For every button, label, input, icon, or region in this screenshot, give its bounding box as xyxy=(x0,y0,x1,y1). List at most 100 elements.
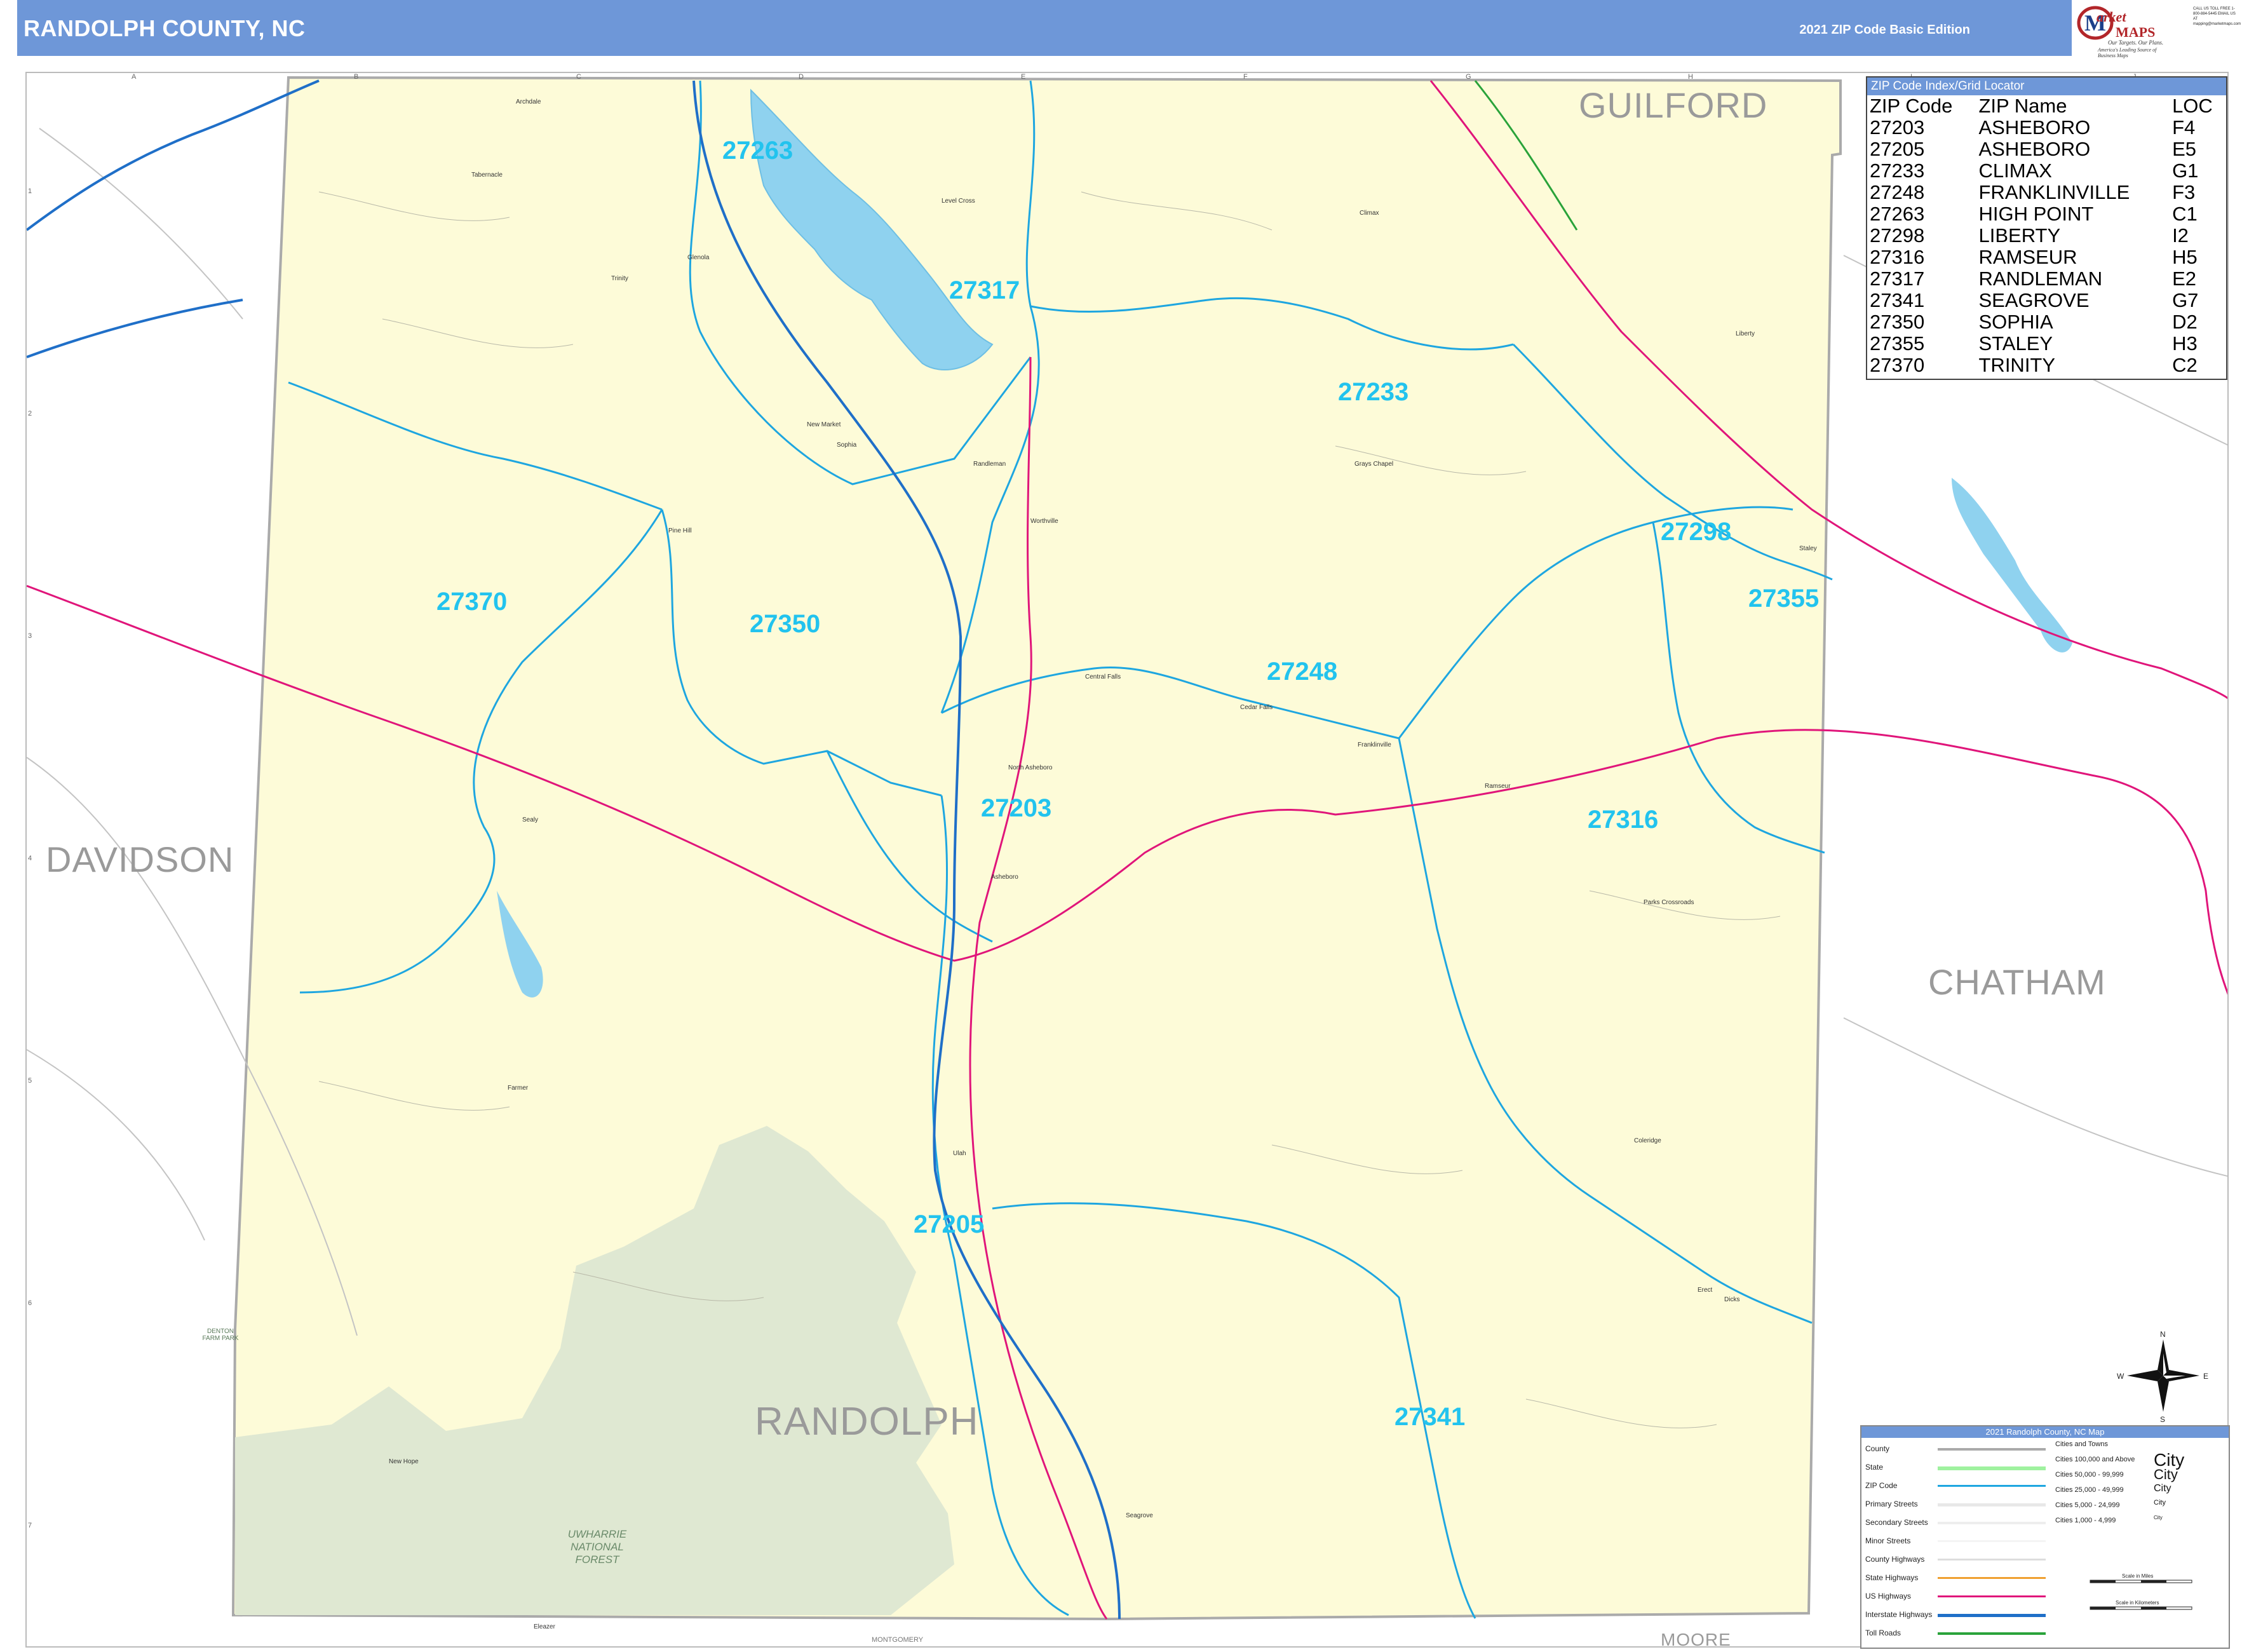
index-loc-cell: C1 xyxy=(2172,203,2198,225)
logo-tagline-2: America's Leading Source of Business Map… xyxy=(2098,47,2157,58)
index-row[interactable]: 27370 TRINITY C2 xyxy=(1867,355,2226,376)
scale-bar: Scale in Miles Scale in Kilometers xyxy=(2090,1573,2192,1610)
index-name-cell: FRANKLINVILLE xyxy=(1978,181,2130,203)
index-row[interactable]: 27341 SEAGROVE G7 xyxy=(1867,290,2226,311)
index-name-cell: SEAGROVE xyxy=(1978,289,2090,311)
legend-swatch xyxy=(1938,1522,2046,1524)
grid-row-2: 2 xyxy=(28,410,32,417)
legend-item-label: Toll Roads xyxy=(1865,1628,1901,1637)
county-label-randolph: RANDOLPH xyxy=(755,1400,979,1444)
zip-label-27350[interactable]: 27350 xyxy=(750,610,820,639)
town-label: Erect xyxy=(1698,1287,1713,1294)
index-row[interactable]: 27203 ASHEBORO F4 xyxy=(1867,117,2226,139)
index-row[interactable]: 27205 ASHEBORO E5 xyxy=(1867,139,2226,160)
town-label: New Hope xyxy=(389,1458,419,1465)
index-row[interactable]: 27233 CLIMAX G1 xyxy=(1867,160,2226,182)
compass-s: S xyxy=(2160,1415,2165,1423)
grid-col-f: F xyxy=(1243,73,1248,81)
town-label: Staley xyxy=(1799,545,1817,552)
index-row[interactable]: 27298 LIBERTY I2 xyxy=(1867,225,2226,247)
grid-col-g: G xyxy=(1466,73,1471,81)
town-label: Sealy xyxy=(522,816,539,823)
index-loc-cell: G1 xyxy=(2172,159,2199,182)
index-table: ZIP Code ZIP Name LOC 27203 ASHEBORO F4 272… xyxy=(1867,95,2226,376)
legend-city-size-label: Cities 5,000 - 24,999 xyxy=(2055,1501,2120,1509)
town-label: Archdale xyxy=(516,98,541,105)
index-name-cell: LIBERTY xyxy=(1978,224,2061,247)
zip-label-27298[interactable]: 27298 xyxy=(1661,518,1731,546)
index-row[interactable]: 27350 SOPHIA D2 xyxy=(1867,311,2226,333)
index-zip-cell: 27233 xyxy=(1870,159,1925,182)
index-name-cell: ASHEBORO xyxy=(1978,116,2091,139)
compass-e: E xyxy=(2203,1372,2208,1381)
county-label-moore: MOORE xyxy=(1661,1630,1731,1648)
index-row[interactable]: 27316 RAMSEUR H5 xyxy=(1867,247,2226,268)
zip-label-27233[interactable]: 27233 xyxy=(1338,378,1408,407)
index-loc-cell: D2 xyxy=(2172,311,2198,333)
legend-heading: 2021 Randolph County, NC Map xyxy=(1861,1426,2229,1438)
index-loc-cell: E5 xyxy=(2172,138,2196,160)
zip-label-27316[interactable]: 27316 xyxy=(1588,806,1658,834)
index-zip-cell: 27203 xyxy=(1870,116,1925,139)
grid-col-c: C xyxy=(576,73,581,81)
zip-label-27370[interactable]: 27370 xyxy=(436,588,507,616)
legend-item-label: Minor Streets xyxy=(1865,1536,1911,1545)
index-name-cell: CLIMAX xyxy=(1978,159,2052,182)
map-legend: 2021 Randolph County, NC Map County State… xyxy=(1860,1425,2230,1649)
logo-market-text: arket xyxy=(2097,9,2126,25)
legend-item-label: Secondary Streets xyxy=(1865,1518,1928,1527)
town-label: Worthville xyxy=(1030,518,1058,525)
legend-item-label: Interstate Highways xyxy=(1865,1610,1933,1619)
zip-label-27317[interactable]: 27317 xyxy=(949,276,1020,305)
legend-swatch xyxy=(1938,1485,2046,1487)
county-label-guilford: GUILFORD xyxy=(1579,85,1768,125)
town-label: Farmer xyxy=(508,1085,529,1092)
legend-city-sample: City xyxy=(2154,1466,2178,1482)
index-loc-cell: C2 xyxy=(2172,354,2198,376)
town-label: Ramseur xyxy=(1485,783,1511,790)
zip-label-27248[interactable]: 27248 xyxy=(1267,658,1337,686)
index-row[interactable]: 27248 FRANKLINVILLE F3 xyxy=(1867,182,2226,203)
town-label: Pine Hill xyxy=(668,527,692,534)
zip-label-27263[interactable]: 27263 xyxy=(722,137,793,165)
index-zip-cell: 27350 xyxy=(1870,311,1925,333)
town-label: Randleman xyxy=(973,461,1006,468)
index-zip-cell: 27355 xyxy=(1870,332,1925,355)
grid-row-4: 4 xyxy=(28,855,32,862)
zip-label-27341[interactable]: 27341 xyxy=(1394,1403,1465,1432)
index-loc-cell: H3 xyxy=(2172,332,2198,355)
town-label: Parks Crossroads xyxy=(1644,899,1694,906)
map-title: RANDOLPH COUNTY, NC xyxy=(24,15,306,41)
index-name-cell: TRINITY xyxy=(1978,354,2056,376)
town-label: Dicks xyxy=(1724,1296,1740,1303)
zip-label-27205[interactable]: 27205 xyxy=(914,1210,984,1239)
scale-km-label: Scale in Kilometers xyxy=(2116,1600,2159,1606)
uwharrie-forest-label: UWHARRIE NATIONAL FOREST xyxy=(567,1528,627,1566)
compass-w: W xyxy=(2117,1372,2124,1381)
legend-item-label: State Highways xyxy=(1865,1573,1919,1582)
grid-col-a: A xyxy=(132,73,137,81)
index-loc-cell: F3 xyxy=(2172,181,2196,203)
legend-city-sample: City xyxy=(2154,1499,2166,1507)
index-row[interactable]: 27317 RANDLEMAN E2 xyxy=(1867,268,2226,290)
town-label: Level Cross xyxy=(942,198,975,205)
index-col-loc: LOC xyxy=(2172,95,2213,117)
index-col-name: ZIP Name xyxy=(1978,95,2067,117)
index-zip-cell: 27298 xyxy=(1870,224,1925,247)
zip-label-27203[interactable]: 27203 xyxy=(981,794,1051,823)
county-label-montgomery: MONTGOMERY xyxy=(872,1636,924,1644)
randolph-county-area xyxy=(231,76,1842,1621)
zip-code-index: ZIP Code Index/Grid Locator ZIP Code ZIP… xyxy=(1866,76,2227,380)
index-loc-cell: G7 xyxy=(2172,289,2199,311)
index-zip-cell: 27205 xyxy=(1870,138,1925,160)
index-loc-cell: I2 xyxy=(2172,224,2189,247)
index-row[interactable]: 27355 STALEY H3 xyxy=(1867,333,2226,355)
index-row[interactable]: 27263 HIGH POINT C1 xyxy=(1867,203,2226,225)
zip-label-27355[interactable]: 27355 xyxy=(1748,585,1819,613)
town-label: North Asheboro xyxy=(1008,764,1053,771)
brand-logo-area: M arket MAPS Our Targets. Our Plans. Ame… xyxy=(2072,0,2242,58)
legend-city-size-label: Cities 50,000 - 99,999 xyxy=(2055,1471,2124,1479)
legend-city-size-label: Cities 1,000 - 4,999 xyxy=(2055,1517,2116,1524)
index-name-cell: SOPHIA xyxy=(1978,311,2053,333)
legend-city-sample: City xyxy=(2154,1515,2163,1521)
